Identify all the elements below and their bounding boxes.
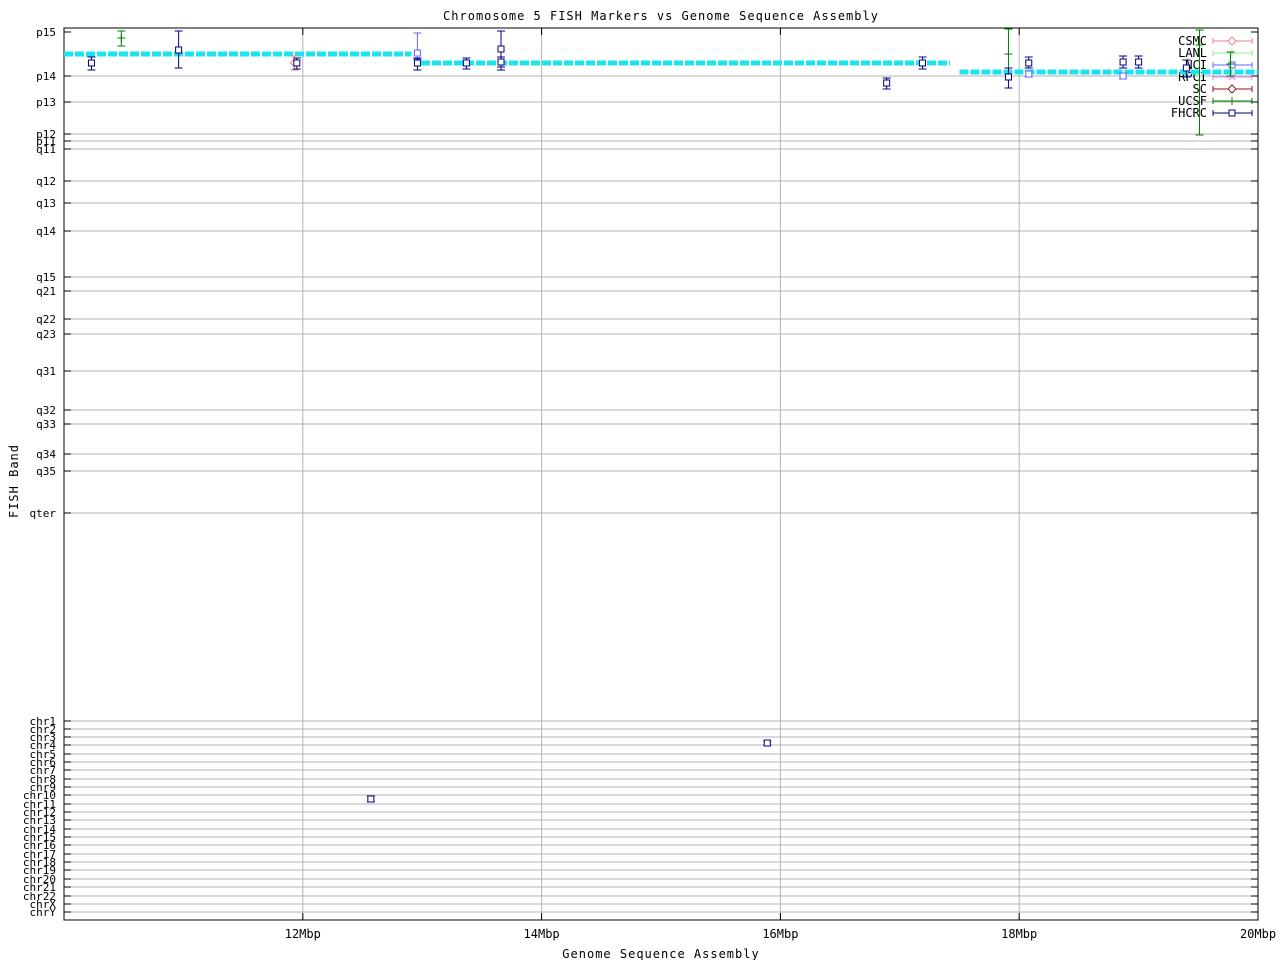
x-tick-label: 18Mbp	[1001, 927, 1037, 941]
y-tick-label: p15	[36, 26, 56, 39]
legend-label-fhcrc: FHCRC	[1171, 106, 1207, 120]
legend-sample-marker	[1227, 84, 1237, 94]
y-axis-label: FISH Band	[7, 443, 21, 519]
y-tick-label: q12	[36, 175, 56, 188]
y-tick-label: chrY	[30, 906, 57, 919]
legend-sample-marker	[1227, 36, 1237, 46]
y-tick-label: p13	[36, 96, 56, 109]
x-tick-label: 20Mbp	[1240, 927, 1276, 941]
x-tick-label: 14Mbp	[524, 927, 560, 941]
point-fhcrc-marker	[175, 46, 183, 54]
y-tick-label: q23	[36, 328, 56, 341]
y-tick-label: q15	[36, 271, 56, 284]
y-tick-label: q14	[36, 225, 56, 238]
fish-marker-plot: p15p14p13p12p11q11q12q13q14q15q21q22q23q…	[23, 26, 1276, 941]
y-tick-label: qter	[30, 507, 57, 520]
point-fhcrc-marker	[462, 59, 470, 67]
y-tick-label: q32	[36, 404, 56, 417]
point-fhcrc-marker	[883, 79, 891, 87]
point-fhcrc-marker	[497, 58, 505, 66]
point-nci-marker	[1119, 72, 1127, 80]
y-tick-label: q22	[36, 313, 56, 326]
plot-border	[63, 27, 1259, 921]
point-fhcrc-marker	[87, 59, 95, 67]
y-tick-label: q31	[36, 365, 56, 378]
point-fhcrc-marker	[918, 59, 926, 67]
legend-sample-marker	[1228, 61, 1236, 69]
point-fhcrc-marker	[1025, 59, 1033, 67]
y-tick-label: q35	[36, 465, 56, 478]
y-tick-label: q33	[36, 418, 56, 431]
point-fhcrc-marker	[763, 739, 771, 747]
chart-stage: p15 p14 p13 p12 p11 q11 q12 q13 q14 q15 q21 q22 q23 q…	[0, 0, 1280, 960]
x-axis-label: Genome Sequence Assembly	[562, 947, 760, 960]
point-fhcrc-marker	[1182, 64, 1190, 72]
y-tick-label: p14	[36, 70, 56, 83]
point-fhcrc-marker	[1119, 58, 1127, 66]
legend-sample-marker	[1228, 109, 1236, 117]
point-fhcrc-marker	[1004, 73, 1012, 81]
point-fhcrc-marker	[293, 59, 301, 67]
point-nci-marker	[1025, 70, 1033, 78]
y-tick-label: q13	[36, 197, 56, 210]
chart-title: Chromosome 5 FISH Markers vs Genome Sequ…	[443, 9, 879, 23]
point-fhcrc-marker	[413, 59, 421, 67]
point-nci-marker	[413, 49, 421, 57]
x-tick-label: 16Mbp	[762, 927, 798, 941]
point-fhcrc-marker	[497, 45, 505, 53]
y-tick-label: q11	[36, 143, 56, 156]
y-tick-label: q34	[36, 448, 56, 461]
point-fhcrc-marker	[1135, 58, 1143, 66]
point-fhcrc-marker	[367, 795, 375, 803]
y-tick-label: q21	[36, 285, 56, 298]
x-tick-label: 12Mbp	[285, 927, 321, 941]
